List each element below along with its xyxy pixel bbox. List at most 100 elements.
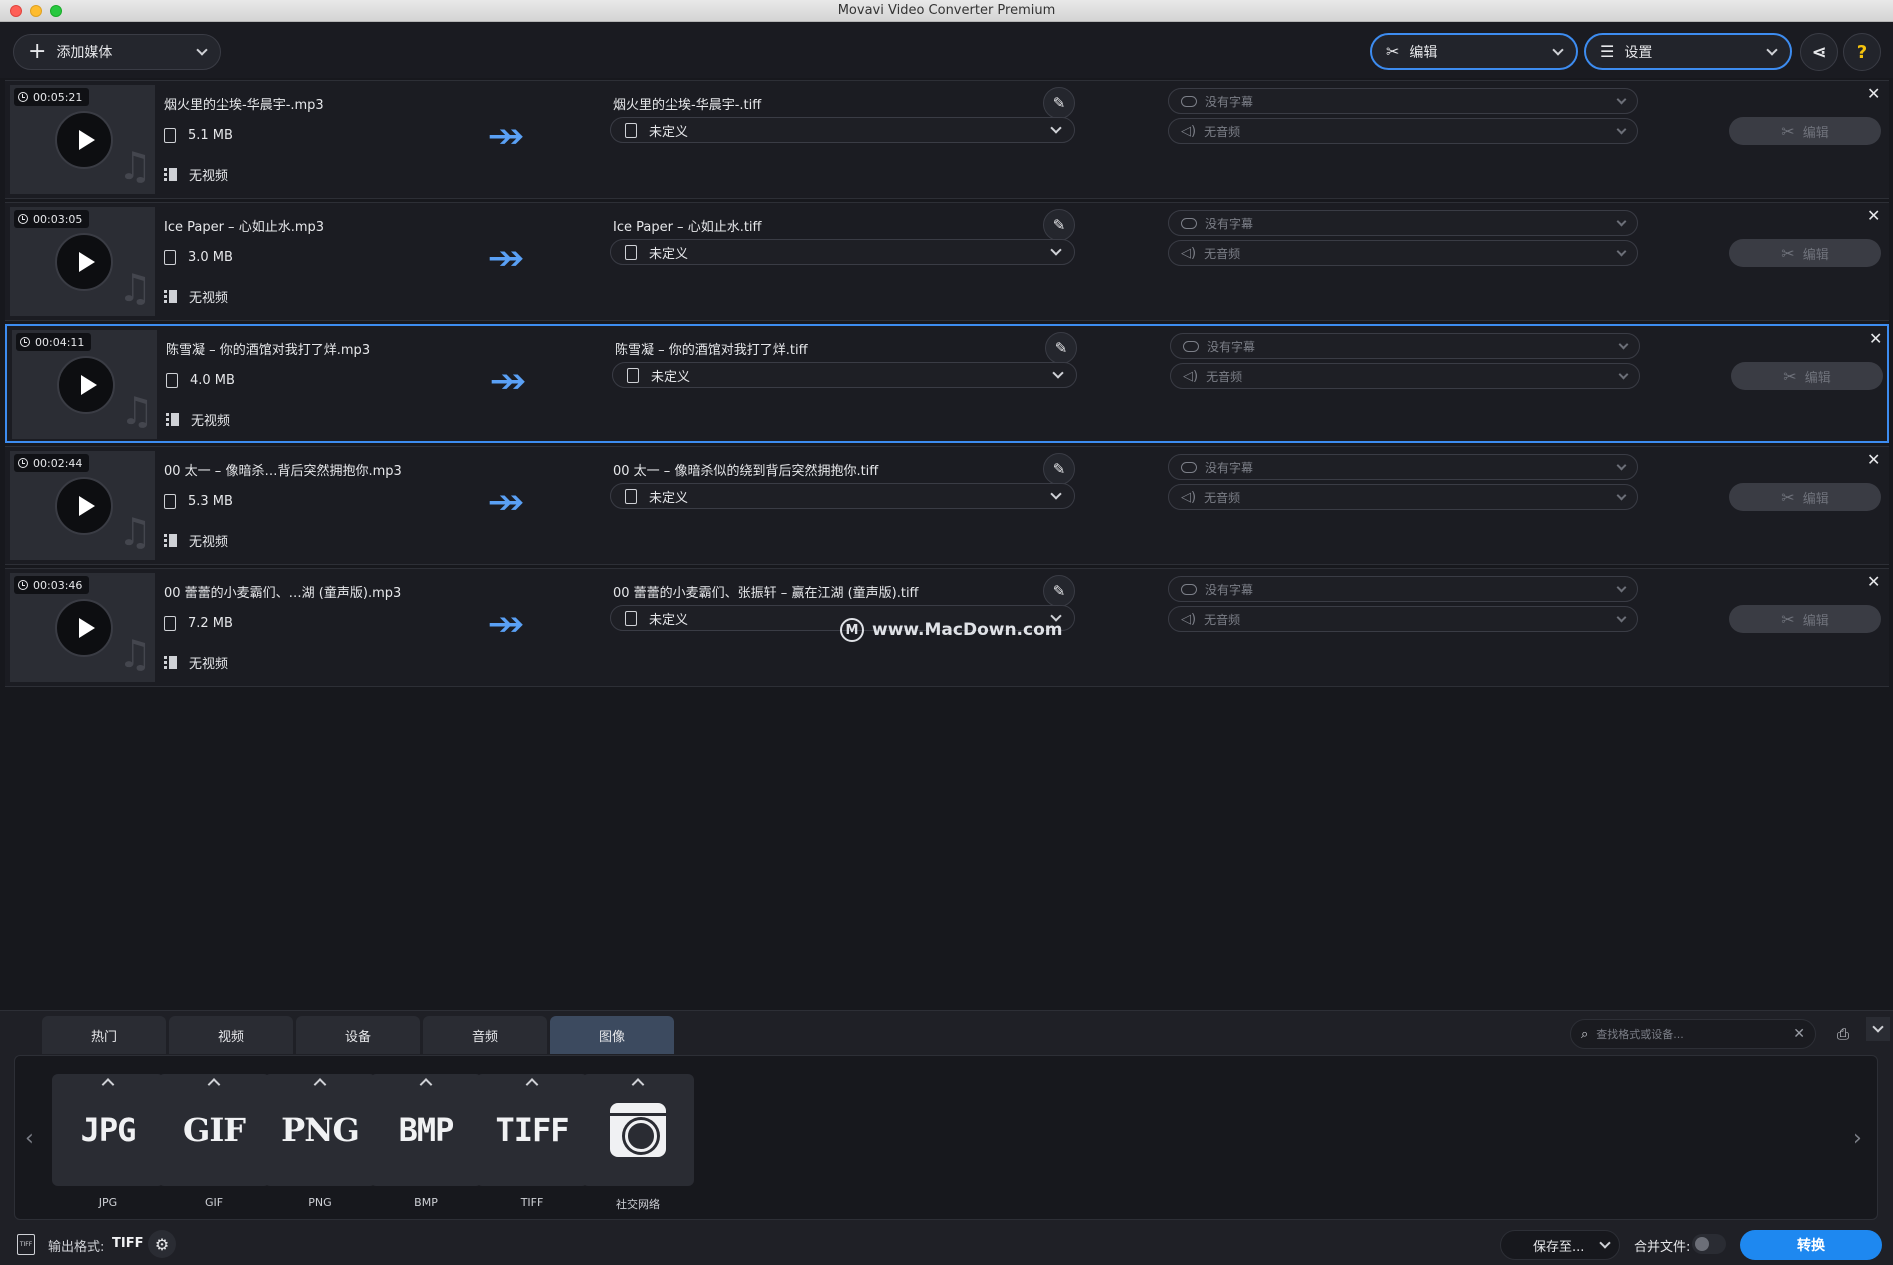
remove-row-button[interactable]: ✕: [1867, 450, 1880, 469]
remove-row-button[interactable]: ✕: [1869, 329, 1882, 348]
speaker-icon: ◁): [1181, 611, 1197, 627]
tab-video[interactable]: 视频: [169, 1016, 293, 1054]
format-tabs: 热门 视频 设备 音频 图像: [42, 1016, 677, 1054]
clock-icon: [18, 580, 28, 590]
format-card[interactable]: BMP: [370, 1074, 482, 1186]
remove-row-button[interactable]: ✕: [1867, 206, 1880, 225]
help-icon: ?: [1856, 41, 1868, 63]
tab-images[interactable]: 图像: [550, 1016, 674, 1054]
row-edit-button[interactable]: ✂ 编辑: [1729, 117, 1881, 145]
video-info: 无视频: [164, 653, 228, 672]
play-button[interactable]: [57, 356, 115, 414]
output-settings-button[interactable]: ⚙: [148, 1230, 176, 1258]
tab-audio[interactable]: 音频: [423, 1016, 547, 1054]
rename-button[interactable]: ✎: [1043, 209, 1075, 241]
watermark: M www.MacDown.com: [840, 618, 1062, 642]
format-jpg[interactable]: JPG JPG: [52, 1074, 164, 1214]
row-edit-button[interactable]: ✂ 编辑: [1731, 362, 1883, 390]
chevron-down-icon: [1618, 339, 1629, 349]
format-card[interactable]: TIFF: [476, 1074, 588, 1186]
media-thumbnail: 00:02:44 ♫: [10, 451, 155, 560]
tab-popular[interactable]: 热门: [42, 1016, 166, 1054]
help-button[interactable]: ?: [1843, 33, 1881, 71]
format-png[interactable]: PNG PNG: [264, 1074, 376, 1214]
format-social[interactable]: 社交网络: [582, 1074, 694, 1214]
chevron-down-icon: [1618, 369, 1629, 379]
convert-button[interactable]: 转换: [1740, 1230, 1882, 1260]
format-bmp[interactable]: BMP BMP: [370, 1074, 482, 1214]
chevron-up-icon: [313, 1078, 327, 1091]
format-search-input[interactable]: [1596, 1027, 1794, 1041]
row-edit-button[interactable]: ✂ 编辑: [1729, 483, 1881, 511]
format-card[interactable]: JPG: [52, 1074, 164, 1186]
subtitle-select[interactable]: 没有字幕: [1168, 210, 1638, 236]
media-thumbnail: 00:04:11 ♫: [12, 330, 157, 439]
file-size: 5.3 MB: [164, 494, 233, 509]
add-media-button[interactable]: + 添加媒体: [13, 34, 221, 70]
format-card[interactable]: [582, 1074, 694, 1186]
scroll-right-button[interactable]: ›: [1853, 1126, 1862, 1151]
video-track-icon: [164, 534, 177, 547]
format-tiff[interactable]: TIFF TIFF: [476, 1074, 588, 1214]
clock-icon: [20, 337, 30, 347]
chevron-down-icon: [1616, 246, 1627, 256]
save-to-select[interactable]: 保存至...: [1500, 1230, 1620, 1260]
output-profile-select[interactable]: 未定义: [610, 239, 1075, 265]
file-row[interactable]: 00:02:44 ♫ 00 太一 – 像暗杀…背后突然拥抱你.mp3 5.3 M…: [5, 446, 1889, 565]
subtitle-select[interactable]: 没有字幕: [1168, 88, 1638, 114]
subtitle-select[interactable]: 没有字幕: [1168, 454, 1638, 480]
remove-row-button[interactable]: ✕: [1867, 84, 1880, 103]
output-profile-select[interactable]: 未定义: [610, 117, 1075, 143]
tools-icon: ✂: [1386, 42, 1400, 61]
chevron-down-icon: [1552, 43, 1564, 56]
macdown-logo-icon: M: [840, 618, 864, 642]
collapse-panel-button[interactable]: [1866, 1017, 1890, 1041]
speech-bubble-icon: [1181, 95, 1197, 107]
share-button[interactable]: ⋖: [1800, 33, 1838, 71]
audio-select[interactable]: ◁) 无音频: [1168, 484, 1638, 510]
format-caption: PNG: [308, 1196, 332, 1209]
sliders-icon: ☰: [1600, 42, 1615, 61]
output-file-name: 陈雪凝 – 你的酒馆对我打了烊.tiff: [615, 343, 808, 358]
chevron-down-icon: [1616, 490, 1627, 500]
file-row-selected[interactable]: 00:04:11 ♫ 陈雪凝 – 你的酒馆对我打了烊.mp3 4.0 MB 无视…: [5, 324, 1889, 443]
play-button[interactable]: [55, 233, 113, 291]
clear-search-icon[interactable]: ✕: [1793, 1026, 1805, 1042]
file-row[interactable]: 00:03:05 ♫ Ice Paper – 心如止水.mp3 3.0 MB 无…: [5, 202, 1889, 321]
rename-button[interactable]: ✎: [1045, 332, 1077, 364]
play-button[interactable]: [55, 599, 113, 657]
speech-bubble-icon: [1183, 340, 1199, 352]
scroll-left-button[interactable]: ‹: [25, 1126, 34, 1151]
rename-button[interactable]: ✎: [1043, 575, 1075, 607]
pencil-icon: ✎: [1052, 460, 1066, 478]
output-profile-select[interactable]: 未定义: [610, 483, 1075, 509]
audio-select[interactable]: ◁) 无音频: [1168, 118, 1638, 144]
format-card[interactable]: PNG: [264, 1074, 376, 1186]
video-info: 无视频: [164, 165, 228, 184]
chevron-down-icon: [1766, 43, 1778, 56]
tab-devices[interactable]: 设备: [296, 1016, 420, 1054]
tiff-art: TIFF: [495, 1111, 569, 1149]
row-edit-button[interactable]: ✂ 编辑: [1729, 239, 1881, 267]
audio-select[interactable]: ◁) 无音频: [1168, 240, 1638, 266]
output-profile-select[interactable]: 未定义: [612, 362, 1077, 388]
rename-button[interactable]: ✎: [1043, 87, 1075, 119]
row-edit-button[interactable]: ✂ 编辑: [1729, 605, 1881, 633]
merge-files-toggle[interactable]: [1692, 1234, 1726, 1254]
subtitle-select[interactable]: 没有字幕: [1168, 576, 1638, 602]
audio-select[interactable]: ◁) 无音频: [1170, 363, 1640, 389]
file-row[interactable]: 00:05:21 ♫ 烟火里的尘埃-华晨宇-.mp3 5.1 MB 无视频 ➔➔…: [5, 80, 1889, 199]
play-button[interactable]: [55, 111, 113, 169]
title-bar: Movavi Video Converter Premium: [0, 0, 1893, 22]
rename-button[interactable]: ✎: [1043, 453, 1075, 485]
format-card[interactable]: GIF: [158, 1074, 270, 1186]
edit-button[interactable]: ✂ 编辑: [1370, 33, 1578, 70]
settings-button[interactable]: ☰ 设置: [1584, 33, 1792, 70]
remove-row-button[interactable]: ✕: [1867, 572, 1880, 591]
subtitle-select[interactable]: 没有字幕: [1170, 333, 1640, 359]
audio-select[interactable]: ◁) 无音频: [1168, 606, 1638, 632]
media-thumbnail: 00:03:46 ♫: [10, 573, 155, 682]
format-gif[interactable]: GIF GIF: [158, 1074, 270, 1214]
play-button[interactable]: [55, 477, 113, 535]
device-detect-button[interactable]: ⎙: [1830, 1021, 1856, 1047]
